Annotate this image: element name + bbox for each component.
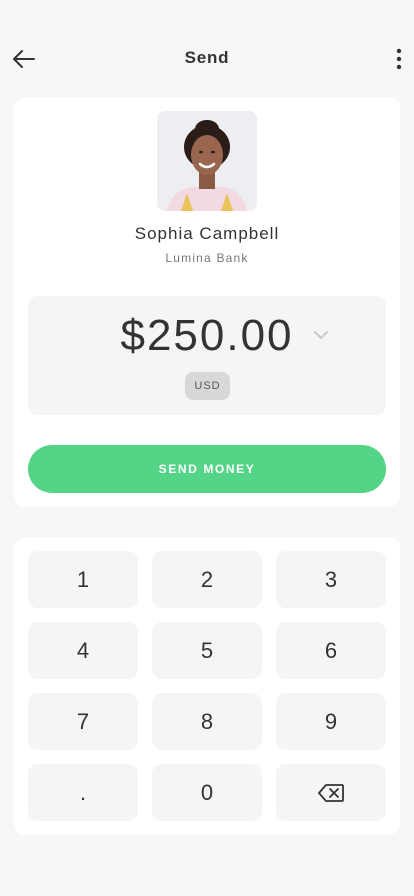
currency-badge[interactable]: USD [185,372,230,400]
chevron-down-icon[interactable] [313,329,329,341]
key-6[interactable]: 6 [276,622,386,679]
key-4[interactable]: 4 [28,622,138,679]
key-0[interactable]: 0 [152,764,262,821]
page-title: Send [184,48,230,67]
key-decimal[interactable]: . [28,764,138,821]
key-2[interactable]: 2 [152,551,262,608]
recipient-card: Sophia Campbell Lumina Bank $250.00 USD … [14,97,400,507]
recipient-name: Sophia Campbell [134,224,280,243]
send-money-screen: Send Sophia Campbell Lumina Bank $250.00… [0,0,414,896]
key-3[interactable]: 3 [276,551,386,608]
recipient-bank: Lumina Bank [165,251,249,265]
key-7[interactable]: 7 [28,693,138,750]
key-5[interactable]: 5 [152,622,262,679]
key-8[interactable]: 8 [152,693,262,750]
keypad: 1 2 3 4 5 6 7 8 9 . 0 [14,537,400,835]
key-backspace[interactable] [276,764,386,821]
key-1[interactable]: 1 [28,551,138,608]
amount-box: $250.00 USD [28,296,386,415]
amount-value: $250.00 [120,311,294,360]
avatar [157,111,257,211]
key-9[interactable]: 9 [276,693,386,750]
backspace-icon [318,783,344,802]
more-options-button[interactable] [392,45,406,73]
header: Send [0,0,414,110]
send-money-button[interactable]: SEND MONEY [28,445,386,493]
more-vertical-icon [396,48,402,70]
